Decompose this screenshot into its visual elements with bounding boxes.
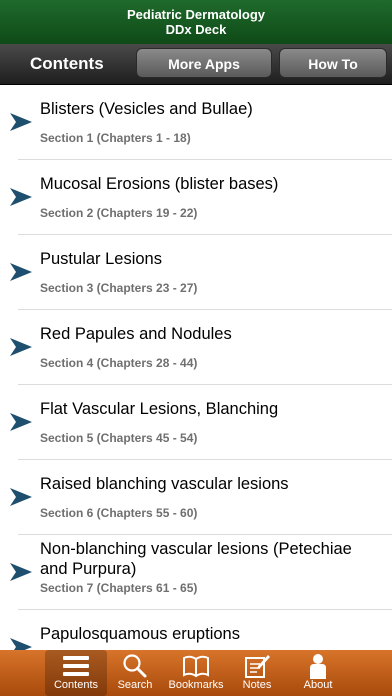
tab-label: Bookmarks: [168, 679, 224, 691]
section-subtitle: Section 6 (Chapters 55 - 60): [40, 506, 198, 520]
section-subtitle: Section 7 (Chapters 61 - 65): [40, 581, 198, 595]
more-apps-button[interactable]: More Apps: [136, 48, 272, 78]
chevron-right-icon: [10, 188, 32, 206]
chevron-right-icon: [10, 413, 32, 431]
section-subtitle: Section 4 (Chapters 28 - 44): [40, 356, 198, 370]
section-title: Pustular Lesions: [40, 250, 162, 268]
list-item[interactable]: Blisters (Vesicles and Bullae) Section 1…: [0, 85, 392, 160]
list-item[interactable]: Pustular Lesions Section 3 (Chapters 23 …: [0, 235, 392, 310]
section-title: Blisters (Vesicles and Bullae): [40, 100, 253, 118]
search-icon: [123, 654, 147, 678]
page-title: Contents: [30, 54, 104, 73]
book-icon: [183, 655, 209, 678]
list-item[interactable]: Raised blanching vascular lesions Sectio…: [0, 460, 392, 535]
section-title: Raised blanching vascular lesions: [40, 475, 289, 493]
section-subtitle: Section 3 (Chapters 23 - 27): [40, 281, 198, 295]
tab-label: About: [303, 679, 333, 691]
section-subtitle: Section 2 (Chapters 19 - 22): [40, 206, 198, 220]
section-title: Non-blanching vascular lesions (Petechia…: [40, 540, 352, 578]
chevron-right-icon: [10, 563, 32, 581]
app-title-line2: DDx Deck: [165, 22, 227, 37]
tab-bookmarks[interactable]: Bookmarks: [163, 650, 229, 696]
tab-label: Notes: [242, 679, 272, 691]
notes-icon: [245, 655, 270, 678]
list-item[interactable]: Red Papules and Nodules Section 4 (Chapt…: [0, 310, 392, 385]
chevron-right-icon: [10, 488, 32, 506]
app-title-bar: Pediatric Dermatology DDx Deck: [0, 0, 392, 44]
tab-contents[interactable]: Contents: [45, 650, 107, 696]
tab-bar: Contents Search Bookmarks Notes About: [0, 650, 392, 696]
list-item[interactable]: Non-blanching vascular lesions (Petechia…: [0, 535, 392, 610]
section-subtitle: Section 5 (Chapters 45 - 54): [40, 431, 198, 445]
chevron-right-icon: [10, 338, 32, 356]
section-title: Mucosal Erosions (blister bases): [40, 175, 279, 193]
list-item[interactable]: Mucosal Erosions (blister bases) Section…: [0, 160, 392, 235]
list-item[interactable]: Flat Vascular Lesions, Blanching Section…: [0, 385, 392, 460]
list-item[interactable]: Papulosquamous eruptions: [0, 610, 392, 650]
section-subtitle: Section 1 (Chapters 1 - 18): [40, 131, 191, 145]
app-title-line1: Pediatric Dermatology: [127, 7, 265, 22]
tab-notes[interactable]: Notes: [229, 650, 285, 696]
tab-search[interactable]: Search: [107, 650, 163, 696]
list-icon: [63, 656, 89, 676]
section-title: Flat Vascular Lesions, Blanching: [40, 400, 279, 418]
how-to-button[interactable]: How To: [279, 48, 387, 78]
tab-label: Search: [117, 679, 153, 691]
section-title: Papulosquamous eruptions: [40, 625, 240, 643]
contents-list: Blisters (Vesicles and Bullae) Section 1…: [0, 85, 392, 650]
section-title: Red Papules and Nodules: [40, 325, 232, 343]
tab-about[interactable]: About: [290, 650, 346, 696]
person-icon: [310, 654, 326, 679]
nav-bar: Contents More Apps How To: [0, 44, 392, 85]
tab-label: Contents: [53, 679, 99, 691]
chevron-right-icon: [10, 638, 32, 650]
chevron-right-icon: [10, 263, 32, 281]
chevron-right-icon: [10, 113, 32, 131]
